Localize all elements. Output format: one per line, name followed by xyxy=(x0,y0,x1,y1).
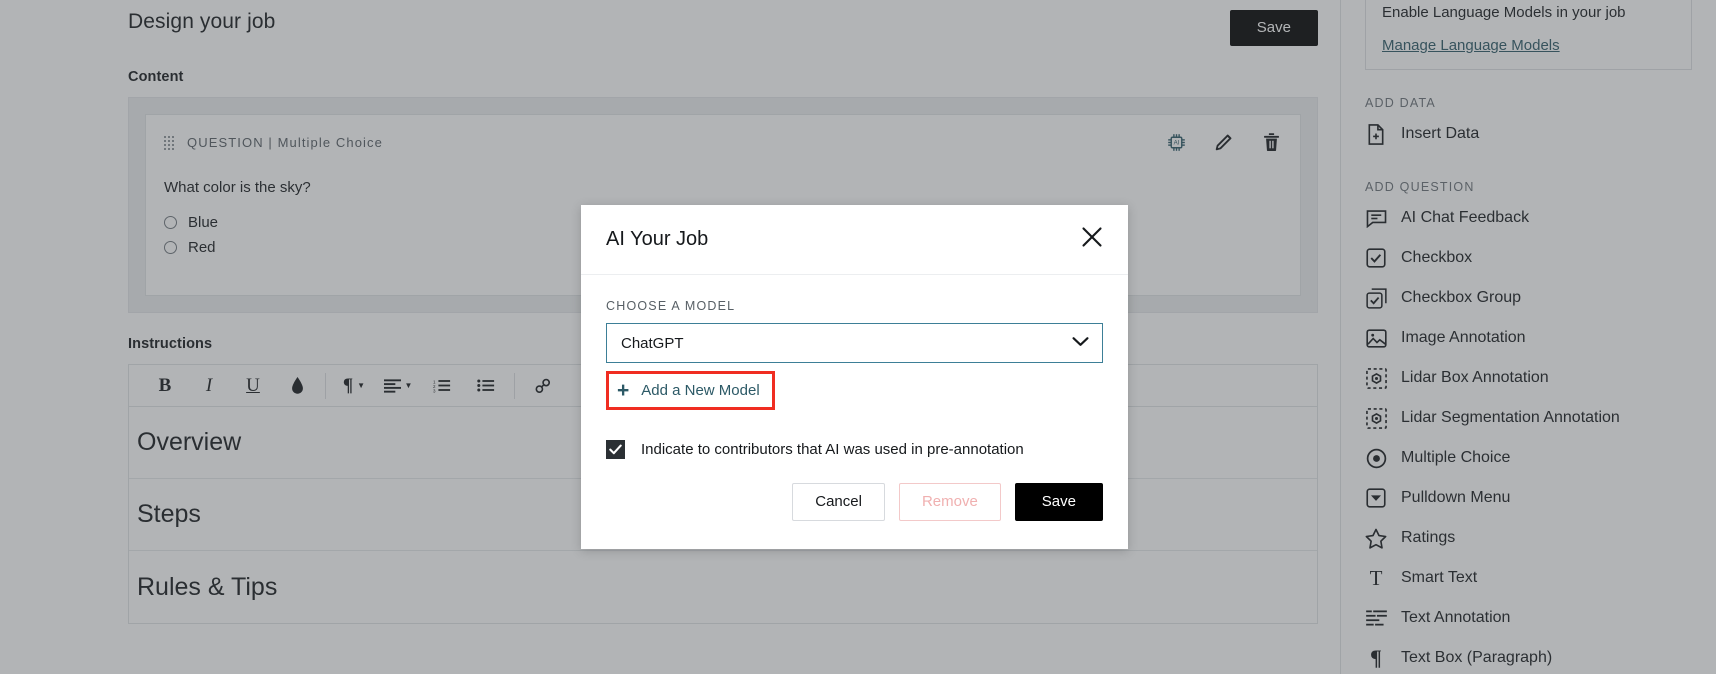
add-a-new-model-button[interactable]: + Add a New Model xyxy=(606,371,775,410)
ai-your-job-modal: AI Your Job CHOOSE A MODEL ChatGPT + Add… xyxy=(581,205,1128,549)
modal-body: CHOOSE A MODEL ChatGPT + Add a New Model… xyxy=(581,275,1128,459)
add-a-new-model-label: Add a New Model xyxy=(641,382,759,399)
model-select-wrap: ChatGPT xyxy=(606,323,1103,363)
plus-icon: + xyxy=(617,380,629,401)
model-select[interactable]: ChatGPT xyxy=(606,323,1103,363)
save-button[interactable]: Save xyxy=(1015,483,1103,521)
cancel-button[interactable]: Cancel xyxy=(792,483,885,521)
remove-button: Remove xyxy=(899,483,1001,521)
modal-header: AI Your Job xyxy=(581,205,1128,275)
choose-a-model-label: CHOOSE A MODEL xyxy=(606,299,1103,313)
checkbox-icon[interactable] xyxy=(606,440,625,459)
close-icon[interactable] xyxy=(1081,226,1103,253)
modal-actions: Cancel Remove Save xyxy=(581,459,1128,549)
modal-title: AI Your Job xyxy=(606,228,708,251)
indicate-ai-label: Indicate to contributors that AI was use… xyxy=(641,441,1024,458)
indicate-ai-row[interactable]: Indicate to contributors that AI was use… xyxy=(606,440,1103,459)
